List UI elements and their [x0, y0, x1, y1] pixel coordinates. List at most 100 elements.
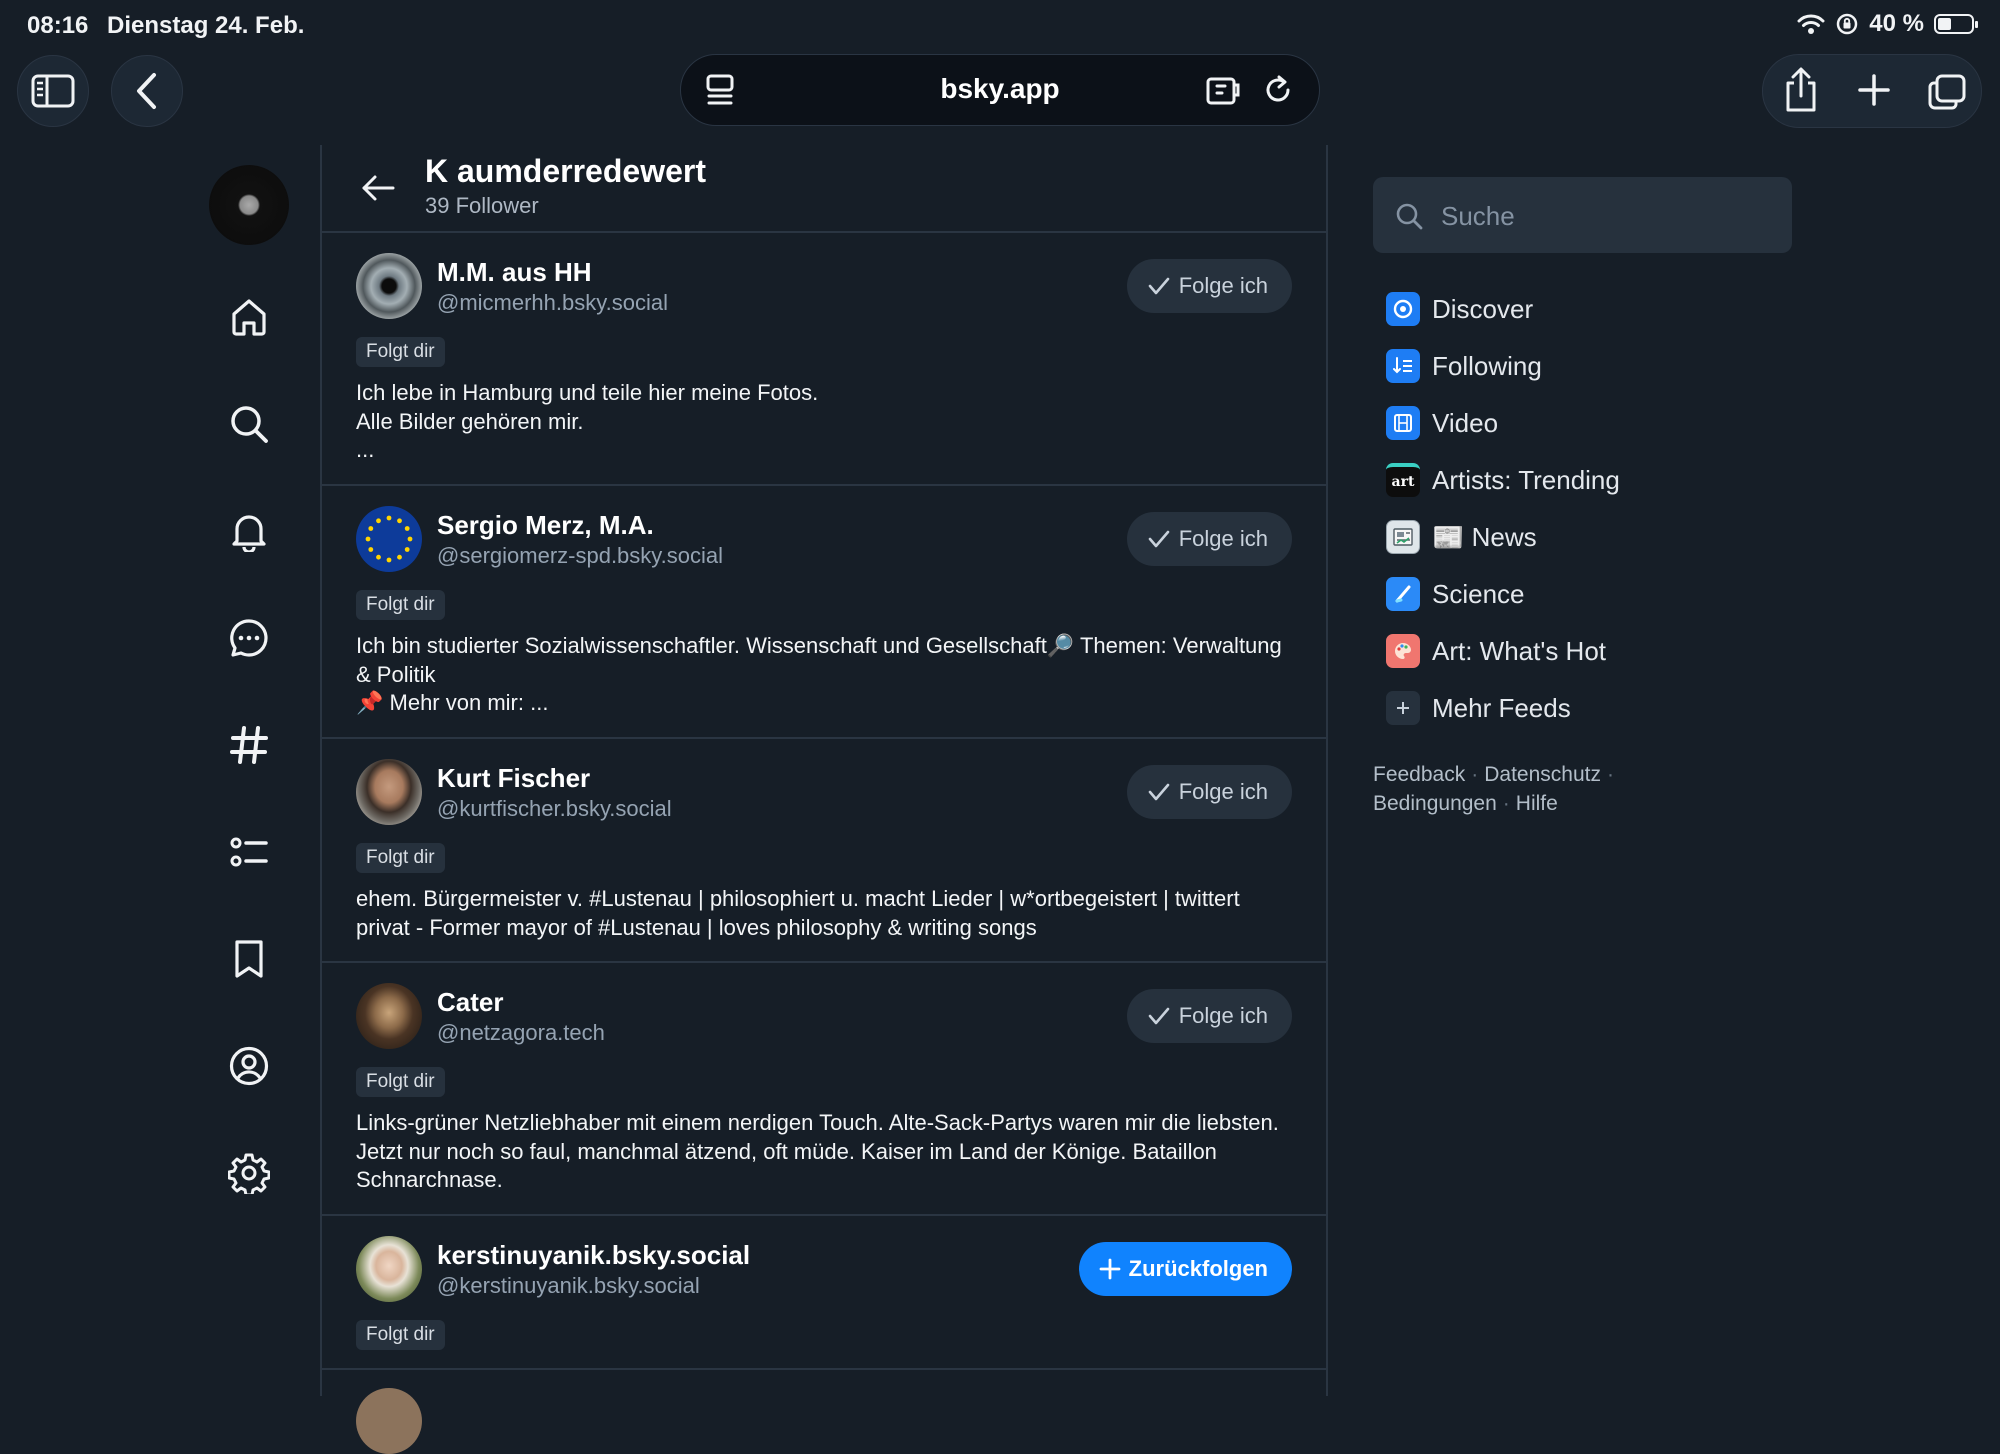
browser-actions [1762, 54, 1982, 128]
browser-back-button[interactable] [111, 55, 183, 127]
follow-back-button-label: Zurückfolgen [1128, 1256, 1268, 1281]
feed-label: Video [1432, 407, 1499, 438]
feed-item-more-feeds[interactable]: Mehr Feeds [1386, 691, 1571, 725]
share-icon[interactable] [1783, 67, 1819, 113]
feed-item-video[interactable]: Video [1386, 406, 1498, 440]
avatar[interactable] [356, 759, 422, 825]
sidebar-icon [31, 74, 75, 108]
user-name[interactable]: Kurt Fischer [437, 763, 590, 794]
follower-count: 39 Follower [425, 193, 539, 218]
list-item[interactable]: M.M. aus HH @micmerhh.bsky.social Folge … [322, 233, 1326, 486]
user-handle: @kerstinuyanik.bsky.social [437, 1273, 700, 1298]
feed-item-news[interactable]: 📰 News [1386, 520, 1537, 554]
following-button[interactable]: Folge ich [1126, 259, 1292, 313]
following-icon [1386, 349, 1420, 383]
status-indicators: 40 % [1797, 10, 1978, 38]
avatar[interactable] [356, 253, 422, 319]
feed-item-art-whats-hot[interactable]: Art: What's Hot [1386, 634, 1606, 668]
user-name[interactable]: Cater [437, 987, 503, 1018]
feed-item-artists-trending[interactable]: art Artists: Trending [1386, 463, 1620, 497]
reload-icon[interactable] [1262, 73, 1294, 107]
following-button[interactable]: Folge ich [1126, 765, 1292, 819]
back-arrow-icon[interactable] [360, 173, 396, 203]
address-bar[interactable]: bsky.app [680, 54, 1320, 126]
wifi-icon [1797, 13, 1825, 35]
battery-icon [1934, 14, 1978, 34]
footer-links: Feedback · Datenschutz · Bedingungen · Hilfe [1373, 760, 1693, 818]
avatar[interactable] [356, 506, 422, 572]
list-item[interactable]: Kurt Fischer @kurtfischer.bsky.social Fo… [322, 739, 1326, 963]
notifications-bell-icon[interactable] [228, 510, 270, 552]
follow-back-button[interactable]: Zurückfolgen [1078, 1242, 1292, 1296]
tabs-overview-icon[interactable] [1927, 73, 1967, 111]
page-title: K aumderredewert [425, 153, 706, 189]
extensions-icon[interactable] [1205, 73, 1243, 107]
plus-icon [1099, 1258, 1121, 1280]
profile-header: K aumderredewert 39 Follower [322, 145, 1326, 233]
following-button-label: Folge ich [1178, 779, 1268, 804]
feed-label: Discover [1432, 293, 1534, 324]
user-avatar[interactable] [209, 165, 289, 245]
avatar[interactable] [356, 983, 422, 1049]
news-icon [1386, 520, 1420, 554]
user-handle: @micmerhh.bsky.social [437, 290, 668, 315]
chat-icon[interactable] [228, 617, 270, 659]
home-icon[interactable] [228, 296, 270, 338]
following-button-label: Folge ich [1178, 273, 1268, 298]
follows-you-badge: Folgt dir [356, 590, 445, 620]
palette-icon [1386, 634, 1420, 668]
following-button[interactable]: Folge ich [1126, 989, 1292, 1043]
follows-you-badge: Folgt dir [356, 337, 445, 367]
following-button[interactable]: Folge ich [1126, 512, 1292, 566]
help-link[interactable]: Hilfe [1516, 792, 1558, 815]
user-name[interactable]: Sergio Merz, M.A. [437, 510, 654, 541]
feed-item-science[interactable]: Science [1386, 577, 1525, 611]
terms-link[interactable]: Bedingungen [1373, 792, 1497, 815]
user-handle: @netzagora.tech [437, 1020, 605, 1045]
user-handle: @kurtfischer.bsky.social [437, 796, 672, 821]
feed-label: Artists: Trending [1432, 464, 1620, 495]
following-button-label: Folge ich [1178, 1003, 1268, 1028]
checkmark-icon [1148, 277, 1170, 295]
video-icon [1386, 406, 1420, 440]
feed-item-discover[interactable]: Discover [1386, 292, 1533, 326]
avatar[interactable] [356, 1236, 422, 1302]
follows-you-badge: Folgt dir [356, 843, 445, 873]
search-input[interactable] [1439, 195, 1763, 237]
user-bio: Ich bin studierter Sozialwissenschaftler… [356, 633, 1282, 715]
checkmark-icon [1148, 783, 1170, 801]
science-icon [1386, 577, 1420, 611]
list-item[interactable]: Sergio Merz, M.A. @sergiomerz-spd.bsky.s… [322, 486, 1326, 739]
user-bio: Links-grüner Netzliebhaber mit einem ner… [356, 1110, 1279, 1192]
list-item[interactable]: Cater @netzagora.tech Folge ich Folgt di… [322, 963, 1326, 1216]
profile-icon[interactable] [228, 1045, 270, 1087]
user-bio: Ich lebe in Hamburg und teile hier meine… [356, 380, 819, 462]
sidebar-toggle-button[interactable] [17, 55, 89, 127]
followers-list-panel: K aumderredewert 39 Follower M.M. aus HH… [320, 145, 1328, 1454]
new-tab-icon[interactable] [1857, 73, 1891, 107]
separator-dot: · [1502, 792, 1510, 815]
feedback-link[interactable]: Feedback [1373, 763, 1465, 786]
art-icon: art [1386, 463, 1420, 497]
settings-gear-icon[interactable] [228, 1152, 270, 1194]
follows-you-badge: Folgt dir [356, 1067, 445, 1097]
hashtag-feeds-icon[interactable] [228, 724, 270, 766]
feed-label: Mehr Feeds [1432, 692, 1571, 723]
user-name[interactable]: kerstinuyanik.bsky.social [437, 1240, 750, 1271]
battery-percent: 40 % [1869, 10, 1924, 37]
feed-item-following[interactable]: Following [1386, 349, 1542, 383]
privacy-link[interactable]: Datenschutz [1484, 763, 1601, 786]
list-item[interactable]: kerstinuyanik.bsky.social @kerstinuyanik… [322, 1216, 1326, 1370]
search-icon[interactable] [228, 403, 270, 445]
orientation-lock-icon [1835, 12, 1859, 36]
search-box[interactable] [1373, 177, 1792, 253]
user-bio: ehem. Bürgermeister v. #Lustenau | philo… [356, 886, 1240, 940]
bookmark-icon[interactable] [228, 938, 270, 980]
plus-icon [1386, 691, 1420, 725]
user-name[interactable]: M.M. aus HH [437, 257, 592, 288]
list-item[interactable] [322, 1370, 1326, 1454]
avatar[interactable] [356, 1388, 422, 1454]
feed-label: Science [1432, 578, 1525, 609]
follows-you-badge: Folgt dir [356, 1320, 445, 1350]
lists-icon[interactable] [228, 831, 270, 873]
